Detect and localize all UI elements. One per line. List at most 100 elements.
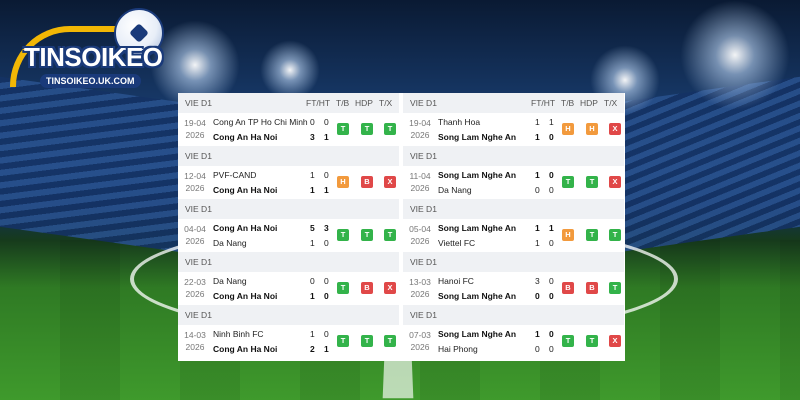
fulltime-score: 3 [310,132,315,142]
league-header: VIE D1 [403,199,624,219]
tb-result-badge: T [337,335,349,347]
match-year: 2026 [410,130,430,140]
halftime-score: 0 [324,238,329,248]
match-row[interactable]: 19-04 2026 Thanh Hoa Song Lam Nghe An 1 1 1 0 H H… [403,113,624,146]
fulltime-score: 1 [310,329,315,339]
header-tx: T/X [379,98,393,108]
match-date: 19-04 2026 [182,117,208,141]
fulltime-score: 0 [310,276,315,286]
halftime-score: 0 [549,132,554,142]
tx-result-badge: X [609,123,621,135]
header-ftht: FT/HT [306,98,331,108]
away-team[interactable]: Da Nang [438,185,472,195]
header-tb: T/B [561,98,575,108]
hdp-result-badge: B [586,282,598,294]
halftime-score: 1 [324,185,329,195]
fulltime-score: 1 [535,238,540,248]
tb-result-badge: T [562,176,574,188]
league-header: VIE D1 [178,146,399,166]
tb-result-badge: T [562,335,574,347]
halftime-score: 0 [324,329,329,339]
home-team[interactable]: Song Lam Nghe An [438,329,516,339]
league-name: VIE D1 [185,151,212,161]
away-team[interactable]: Song Lam Nghe An [438,291,516,301]
match-date: 12-04 2026 [182,170,208,194]
halftime-score: 1 [324,132,329,142]
match-date: 14-03 2026 [182,329,208,353]
fulltime-score: 1 [535,132,540,142]
league-name: VIE D1 [410,151,437,161]
site-logo[interactable]: TINSOIKEO TINSOIKEO.UK.COM [10,8,180,90]
match-day: 14-03 [184,330,206,340]
halftime-score: 3 [324,223,329,233]
fulltime-score: 0 [535,291,540,301]
match-row[interactable]: 11-04 2026 Song Lam Nghe An Da Nang 1 0 0 0 T T X [403,166,624,199]
away-team[interactable]: Viettel FC [438,238,475,248]
match-date: 13-03 2026 [407,276,433,300]
match-row[interactable]: 12-04 2026 PVF-CAND Cong An Ha Noi 1 0 1 1 H B X [178,166,399,199]
halftime-score: 0 [549,238,554,248]
column-header: VIE D1 FT/HT T/B HDP T/X [178,93,399,113]
match-row[interactable]: 13-03 2026 Hanoi FC Song Lam Nghe An 3 0 0 0 B B T [403,272,624,305]
match-row[interactable]: 14-03 2026 Ninh Binh FC Cong An Ha Noi 1 0 2 1 T… [178,325,399,358]
home-team[interactable]: Ninh Binh FC [213,329,264,339]
tx-result-badge: X [609,335,621,347]
away-team[interactable]: Da Nang [213,238,247,248]
fulltime-score: 0 [535,185,540,195]
match-row[interactable]: 19-04 2026 Cong An TP Ho Chi Minh Cong An H… [178,113,399,146]
home-team[interactable]: Song Lam Nghe An [438,223,516,233]
tb-result-badge: H [337,176,349,188]
home-team[interactable]: Da Nang [213,276,247,286]
match-row[interactable]: 05-04 2026 Song Lam Nghe An Viettel FC 1 1 1 0 H… [403,219,624,252]
away-team[interactable]: Hai Phong [438,344,478,354]
match-row[interactable]: 07-03 2026 Song Lam Nghe An Hai Phong 1 0 0 0 T T… [403,325,624,358]
league-header: VIE D1 [403,252,624,272]
match-day: 19-04 [184,118,206,128]
home-team[interactable]: Hanoi FC [438,276,474,286]
away-team[interactable]: Song Lam Nghe An [438,132,516,142]
home-team[interactable]: PVF-CAND [213,170,256,180]
match-year: 2026 [410,289,430,299]
home-team[interactable]: Thanh Hoa [438,117,480,127]
match-date: 07-03 2026 [407,329,433,353]
match-day: 22-03 [184,277,206,287]
hdp-result-badge: T [361,123,373,135]
tx-result-badge: X [384,282,396,294]
fulltime-score: 2 [310,344,315,354]
halftime-score: 0 [549,329,554,339]
hdp-result-badge: T [586,229,598,241]
away-team[interactable]: Cong An Ha Noi [213,185,277,195]
hdp-result-badge: T [361,229,373,241]
column-header: VIE D1 FT/HT T/B HDP T/X [403,93,624,113]
hdp-result-badge: T [586,176,598,188]
halftime-score: 0 [549,344,554,354]
league-name: VIE D1 [185,98,212,108]
home-team[interactable]: Cong An TP Ho Chi Minh [213,117,308,127]
hdp-result-badge: T [586,335,598,347]
fulltime-score: 0 [535,344,540,354]
away-team[interactable]: Cong An Ha Noi [213,344,277,354]
recent-form-panel: VIE D1 FT/HT T/B HDP T/X 19-04 2026 Cong An TP … [178,93,625,361]
header-ftht: FT/HT [531,98,556,108]
halftime-score: 0 [549,185,554,195]
halftime-score: 0 [549,276,554,286]
home-team[interactable]: Song Lam Nghe An [438,170,516,180]
home-team[interactable]: Cong An Ha Noi [213,223,277,233]
match-date: 11-04 2026 [407,170,433,194]
halftime-score: 0 [324,276,329,286]
tb-result-badge: H [562,123,574,135]
logo-text: TINSOIKEO [24,42,163,72]
league-name: VIE D1 [185,310,212,320]
halftime-score: 0 [324,170,329,180]
tb-result-badge: H [562,229,574,241]
tb-result-badge: T [337,229,349,241]
match-day: 07-03 [409,330,431,340]
fulltime-score: 1 [535,223,540,233]
match-row[interactable]: 04-04 2026 Cong An Ha Noi Da Nang 5 3 1 0 T T T [178,219,399,252]
away-team[interactable]: Cong An Ha Noi [213,132,277,142]
match-row[interactable]: 22-03 2026 Da Nang Cong An Ha Noi 0 0 1 0 T B X [178,272,399,305]
match-date: 19-04 2026 [407,117,433,141]
away-team[interactable]: Cong An Ha Noi [213,291,277,301]
halftime-score: 1 [549,117,554,127]
halftime-score: 0 [549,170,554,180]
